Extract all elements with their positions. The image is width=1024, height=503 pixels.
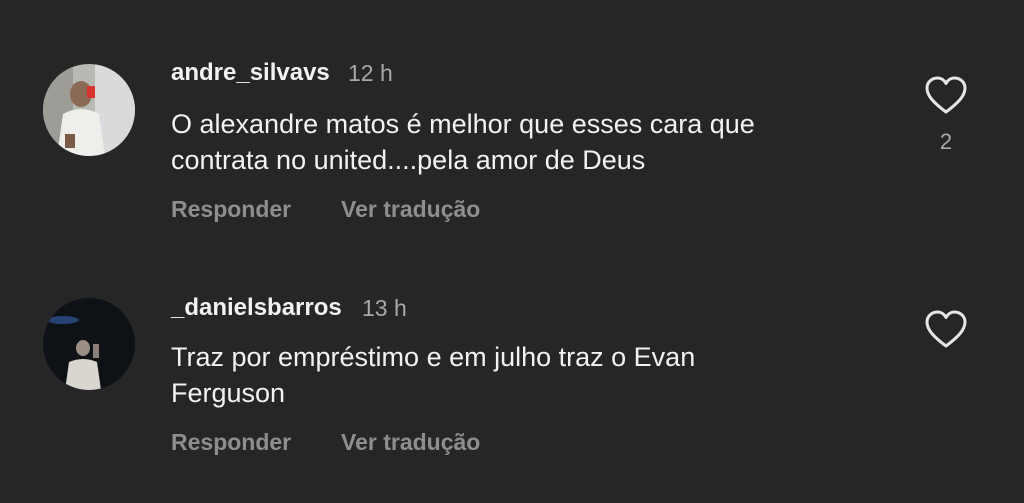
like-count: 2 bbox=[939, 129, 953, 154]
translate-button[interactable]: Ver tradução bbox=[341, 196, 480, 223]
heart-icon[interactable] bbox=[924, 75, 968, 115]
translate-button[interactable]: Ver tradução bbox=[341, 429, 480, 456]
avatar[interactable] bbox=[43, 298, 135, 390]
heart-icon[interactable] bbox=[924, 309, 968, 349]
comment-username[interactable]: _danielsbarros bbox=[171, 294, 342, 322]
reply-button[interactable]: Responder bbox=[171, 429, 291, 456]
comment-text: Traz por empréstimo e em julho traz o Ev… bbox=[171, 339, 891, 411]
comment-text: O alexandre matos é melhor que esses car… bbox=[171, 106, 891, 178]
comment-time: 12 h bbox=[348, 60, 393, 86]
comments-panel: andre_silvavs 12 h O alexandre matos é m… bbox=[0, 0, 1024, 503]
reply-button[interactable]: Responder bbox=[171, 196, 291, 223]
comment-text-line: O alexandre matos é melhor que esses car… bbox=[171, 109, 755, 139]
comment-text-line: contrata no united....pela amor de Deus bbox=[171, 145, 646, 175]
comment-username[interactable]: andre_silvavs bbox=[171, 59, 330, 87]
avatar[interactable] bbox=[43, 64, 135, 156]
comment-text-line: Traz por empréstimo e em julho traz o Ev… bbox=[171, 342, 696, 372]
comment-text-line: Ferguson bbox=[171, 378, 286, 408]
comment-time: 13 h bbox=[362, 295, 407, 321]
